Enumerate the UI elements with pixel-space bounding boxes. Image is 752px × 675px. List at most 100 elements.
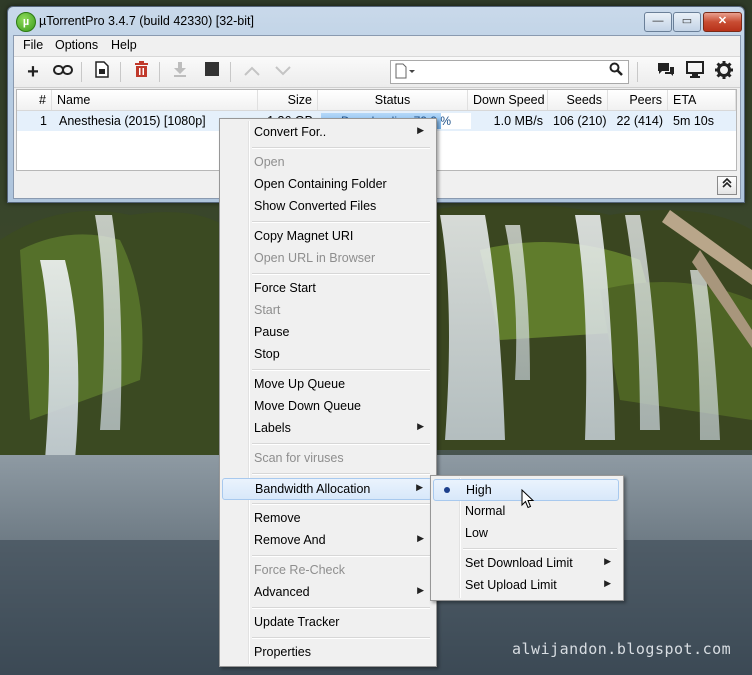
menu-options[interactable]: Options <box>55 38 98 52</box>
submenu-arrow-icon: ▶ <box>417 585 424 595</box>
remote-monitor-icon[interactable] <box>684 61 706 83</box>
menu-item-update-tracker[interactable]: Update Tracker <box>222 612 432 634</box>
menu-item-low[interactable]: Low <box>433 523 619 545</box>
start-download-icon[interactable] <box>169 61 191 83</box>
expand-details-button[interactable] <box>717 176 737 195</box>
submenu-arrow-icon: ▶ <box>417 125 424 135</box>
selected-radio-bullet-icon <box>444 487 450 493</box>
column-status[interactable]: Status <box>318 90 468 110</box>
torrent-seeds: 106 (210) <box>553 114 607 128</box>
menu-bar: File Options Help <box>14 36 740 55</box>
menu-item-label: Scan for viruses <box>254 451 344 465</box>
stop-icon[interactable] <box>201 61 223 83</box>
menu-item-label: Move Up Queue <box>254 377 346 391</box>
menu-item-bandwidth-allocation[interactable]: Bandwidth Allocation ▶ <box>222 478 432 500</box>
menu-item-label: Stop <box>254 347 280 361</box>
menu-file[interactable]: File <box>23 38 43 52</box>
column-name[interactable]: Name <box>52 90 258 110</box>
add-url-link-icon[interactable] <box>52 61 74 83</box>
column-size[interactable]: Size <box>258 90 318 110</box>
menu-item-label: Remove <box>254 511 301 525</box>
torrent-down-speed: 1.0 MB/s <box>493 114 543 128</box>
menu-item-label: Advanced <box>254 585 310 599</box>
mouse-cursor-icon <box>521 489 535 509</box>
menu-help[interactable]: Help <box>111 38 137 52</box>
menu-item-label: Low <box>465 526 488 540</box>
menu-item-start: Start <box>222 300 432 322</box>
menu-item-move-up-queue[interactable]: Move Up Queue <box>222 374 432 396</box>
menu-item-label: Open URL in Browser <box>254 251 376 265</box>
remove-torrent-icon[interactable] <box>130 61 152 83</box>
menu-separator <box>252 555 430 557</box>
menu-item-label: Force Re-Check <box>254 563 345 577</box>
minimize-button[interactable]: — <box>644 12 672 32</box>
menu-item-label: High <box>466 483 492 497</box>
menu-item-label: Open Containing Folder <box>254 177 387 191</box>
menu-separator <box>252 147 430 149</box>
menu-item-label: Labels <box>254 421 291 435</box>
toolbar-separator <box>159 62 160 82</box>
menu-item-label: Copy Magnet URI <box>254 229 354 243</box>
menu-separator <box>463 548 617 550</box>
chat-icon[interactable] <box>655 61 677 83</box>
menu-item-label: Force Start <box>254 281 316 295</box>
toolbar-separator <box>81 62 82 82</box>
column-peers[interactable]: Peers <box>608 90 668 110</box>
close-button[interactable]: ✕ <box>703 12 742 32</box>
menu-item-label: Pause <box>254 325 290 339</box>
menu-separator <box>252 473 430 475</box>
search-input[interactable] <box>390 60 629 84</box>
create-torrent-icon[interactable] <box>91 61 113 83</box>
column-seeds[interactable]: Seeds <box>548 90 608 110</box>
torrent-eta: 5m 10s <box>673 114 714 128</box>
menu-item-remove-and[interactable]: Remove And ▶ <box>222 530 432 552</box>
menu-item-advanced[interactable]: Advanced ▶ <box>222 582 432 604</box>
menu-item-set-upload-limit[interactable]: Set Upload Limit ▶ <box>433 575 619 597</box>
menu-item-open-containing-folder[interactable]: Open Containing Folder <box>222 174 432 196</box>
search-icon[interactable] <box>609 62 623 79</box>
move-up-icon[interactable] <box>241 61 263 83</box>
submenu-arrow-icon: ▶ <box>417 421 424 431</box>
toolbar: + <box>14 56 740 88</box>
menu-item-label: Show Converted Files <box>254 199 377 213</box>
menu-item-remove[interactable]: Remove <box>222 508 432 530</box>
column-number[interactable]: # <box>17 90 52 110</box>
menu-item-label: Open <box>254 155 285 169</box>
menu-item-copy-magnet-uri[interactable]: Copy Magnet URI <box>222 226 432 248</box>
utorrent-logo-icon: µ <box>16 12 36 32</box>
title-bar[interactable]: µ µTorrentPro 3.4.7 (build 42330) [32-bi… <box>8 7 744 35</box>
menu-item-move-down-queue[interactable]: Move Down Queue <box>222 396 432 418</box>
menu-item-show-converted-files[interactable]: Show Converted Files <box>222 196 432 218</box>
menu-item-pause[interactable]: Pause <box>222 322 432 344</box>
blog-watermark: alwijandon.blogspot.com <box>512 640 732 658</box>
settings-gear-icon[interactable] <box>713 61 735 83</box>
search-provider-icon[interactable] <box>395 63 415 82</box>
menu-item-label: Set Upload Limit <box>465 578 557 592</box>
menu-item-label: Start <box>254 303 281 317</box>
menu-item-label: Remove And <box>254 533 326 547</box>
submenu-arrow-icon: ▶ <box>416 482 423 492</box>
menu-item-label: Normal <box>465 504 506 518</box>
menu-separator <box>252 273 430 275</box>
menu-item-labels[interactable]: Labels ▶ <box>222 418 432 440</box>
menu-item-force-start[interactable]: Force Start <box>222 278 432 300</box>
menu-separator <box>252 221 430 223</box>
menu-item-stop[interactable]: Stop <box>222 344 432 366</box>
menu-item-open-url-in-browser: Open URL in Browser <box>222 248 432 270</box>
column-down-speed[interactable]: Down Speed <box>468 90 548 110</box>
menu-item-label: Update Tracker <box>254 615 340 629</box>
maximize-button[interactable]: ▭ <box>673 12 701 32</box>
add-torrent-icon[interactable]: + <box>22 61 44 83</box>
move-down-icon[interactable] <box>272 61 294 83</box>
menu-item-open: Open <box>222 152 432 174</box>
menu-item-set-download-limit[interactable]: Set Download Limit ▶ <box>433 553 619 575</box>
menu-separator <box>252 503 430 505</box>
menu-item-convert-for[interactable]: Convert For.. ▶ <box>222 122 432 144</box>
torrent-peers: 22 (414) <box>616 114 663 128</box>
menu-item-properties[interactable]: Properties <box>222 642 432 664</box>
torrent-context-menu: Convert For.. ▶ Open Open Containing Folder… <box>219 118 437 667</box>
menu-separator <box>252 607 430 609</box>
column-eta[interactable]: ETA <box>668 90 736 110</box>
menu-item-label: Bandwidth Allocation <box>255 482 371 496</box>
window-title: µTorrentPro 3.4.7 (build 42330) [32-bit] <box>39 14 254 28</box>
